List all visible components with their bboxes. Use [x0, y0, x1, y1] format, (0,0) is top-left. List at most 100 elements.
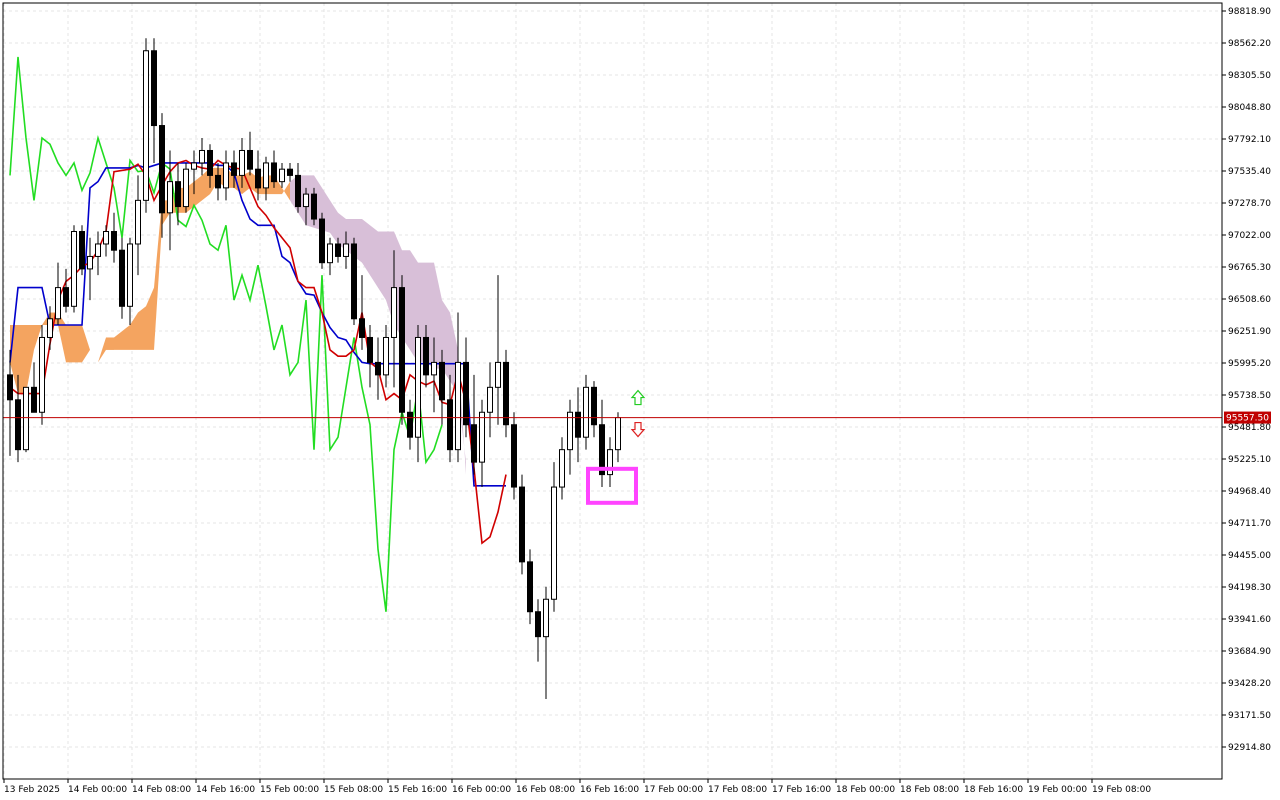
candle-body-bullish — [559, 449, 565, 488]
candle-body-bullish — [487, 386, 493, 413]
y-tick-label: 95481.80 — [1228, 423, 1271, 433]
candle-body-bullish — [191, 162, 197, 170]
candle-body-bullish — [239, 149, 245, 176]
y-tick-label: 93428.20 — [1228, 679, 1271, 689]
x-tick-label: 18 Feb 16:00 — [964, 785, 1023, 795]
candle — [39, 325, 45, 425]
candle-body-bullish — [543, 598, 549, 638]
candle-body-bearish — [407, 411, 413, 438]
x-tick-label: 17 Feb 16:00 — [772, 785, 831, 795]
candle-body-bearish — [159, 125, 165, 214]
candle-body-bearish — [63, 287, 69, 307]
candle-body-bullish — [167, 181, 173, 214]
candle-body-bearish — [575, 411, 581, 438]
y-tick-label: 92914.80 — [1228, 743, 1271, 753]
candle-body-bullish — [135, 199, 141, 245]
candle-body-bearish — [287, 168, 293, 176]
candle-body-bearish — [79, 231, 85, 270]
x-tick-label: 14 Feb 00:00 — [68, 785, 127, 795]
x-tick-label: 16 Feb 00:00 — [452, 785, 511, 795]
candle-body-bullish — [615, 417, 621, 451]
x-tick-label: 15 Feb 08:00 — [324, 785, 383, 795]
candle — [23, 386, 29, 453]
candle-body-bearish — [151, 50, 157, 127]
candle-body-bearish — [439, 361, 445, 401]
candle — [399, 275, 405, 425]
candle-body-bullish — [87, 255, 93, 270]
candle-body-bearish — [527, 561, 533, 613]
candle-body-bullish — [607, 449, 613, 476]
y-tick-label: 93684.90 — [1228, 647, 1271, 657]
candle-body-bullish — [127, 243, 133, 307]
candle-body-bearish — [503, 361, 509, 426]
candle-body-bullish — [39, 336, 45, 413]
y-tick-label: 97792.10 — [1228, 135, 1271, 145]
candle — [119, 237, 125, 319]
candle-body-bullish — [47, 318, 53, 338]
y-tick-label: 96508.60 — [1228, 295, 1271, 305]
candle-body-bullish — [343, 243, 349, 257]
candle-body-bearish — [31, 386, 37, 413]
candle-body-bearish — [247, 149, 253, 170]
candle-body-bearish — [447, 399, 453, 451]
x-tick-label: 17 Feb 08:00 — [708, 785, 767, 795]
candle-body-bearish — [335, 243, 341, 257]
candle-body-bullish — [71, 231, 77, 307]
y-tick-label: 98305.50 — [1228, 71, 1271, 81]
candle-body-bearish — [591, 386, 597, 426]
candle-body-bullish — [23, 386, 29, 451]
x-tick-label: 15 Feb 00:00 — [260, 785, 319, 795]
candle-body-bearish — [471, 424, 477, 463]
y-tick-label: 97022.00 — [1228, 231, 1271, 241]
candle-body-bullish — [431, 361, 437, 376]
candle — [183, 162, 189, 213]
cloud-segment-bullish — [66, 325, 74, 363]
y-tick-label: 94455.00 — [1228, 551, 1271, 561]
candle — [351, 237, 357, 326]
candle-body-bullish — [455, 361, 461, 451]
candle-body-bullish — [327, 243, 333, 264]
candle-body-bullish — [263, 162, 269, 189]
y-tick-label: 95225.10 — [1228, 455, 1271, 465]
candle-body-bullish — [495, 361, 501, 388]
candle-body-bullish — [303, 193, 309, 208]
x-tick-label: 19 Feb 08:00 — [1092, 785, 1151, 795]
cloud-segment-bullish — [74, 325, 82, 363]
cloud-segment-bullish — [18, 325, 26, 394]
candle-body-bearish — [319, 218, 325, 264]
x-tick-label: 18 Feb 08:00 — [900, 785, 959, 795]
candle-body-bullish — [103, 231, 109, 245]
candle-body-bullish — [551, 486, 557, 600]
x-tick-label: 16 Feb 08:00 — [516, 785, 575, 795]
candle-body-bearish — [351, 243, 357, 320]
candle-body-bearish — [207, 149, 213, 176]
candle-body-bullish — [55, 287, 61, 320]
y-tick-label: 97535.40 — [1228, 167, 1271, 177]
candle — [519, 474, 525, 575]
candle-body-bullish — [223, 162, 229, 189]
candle-body-bearish — [175, 181, 181, 208]
candle-body-bullish — [383, 336, 389, 376]
cloud-segment-bullish — [138, 306, 146, 350]
x-tick-label: 19 Feb 00:00 — [1028, 785, 1087, 795]
candle-body-bullish — [183, 168, 189, 208]
y-tick-label: 96765.30 — [1228, 263, 1271, 273]
candle-body-bullish — [479, 411, 485, 463]
candle — [319, 212, 325, 269]
candle-body-bearish — [271, 162, 277, 183]
candle-body-bearish — [7, 374, 13, 401]
y-tick-label: 93941.60 — [1228, 615, 1271, 625]
x-tick-label: 14 Feb 16:00 — [196, 785, 255, 795]
y-tick-label: 95738.50 — [1228, 391, 1271, 401]
candle-body-bearish — [519, 486, 525, 563]
candle — [511, 412, 517, 500]
candlestick-chart: 98818.90 98562.20 98305.50 98048.80 97792.10… — [0, 0, 1280, 800]
candle-body-bearish — [367, 336, 373, 363]
candle-body-bearish — [359, 318, 365, 338]
y-tick-label: 98048.80 — [1228, 103, 1271, 113]
y-tick-label: 96251.90 — [1228, 327, 1271, 337]
candle — [503, 349, 509, 438]
candle — [79, 225, 85, 276]
candle-body-bullish — [143, 50, 149, 201]
y-tick-label: 95995.20 — [1228, 359, 1271, 369]
